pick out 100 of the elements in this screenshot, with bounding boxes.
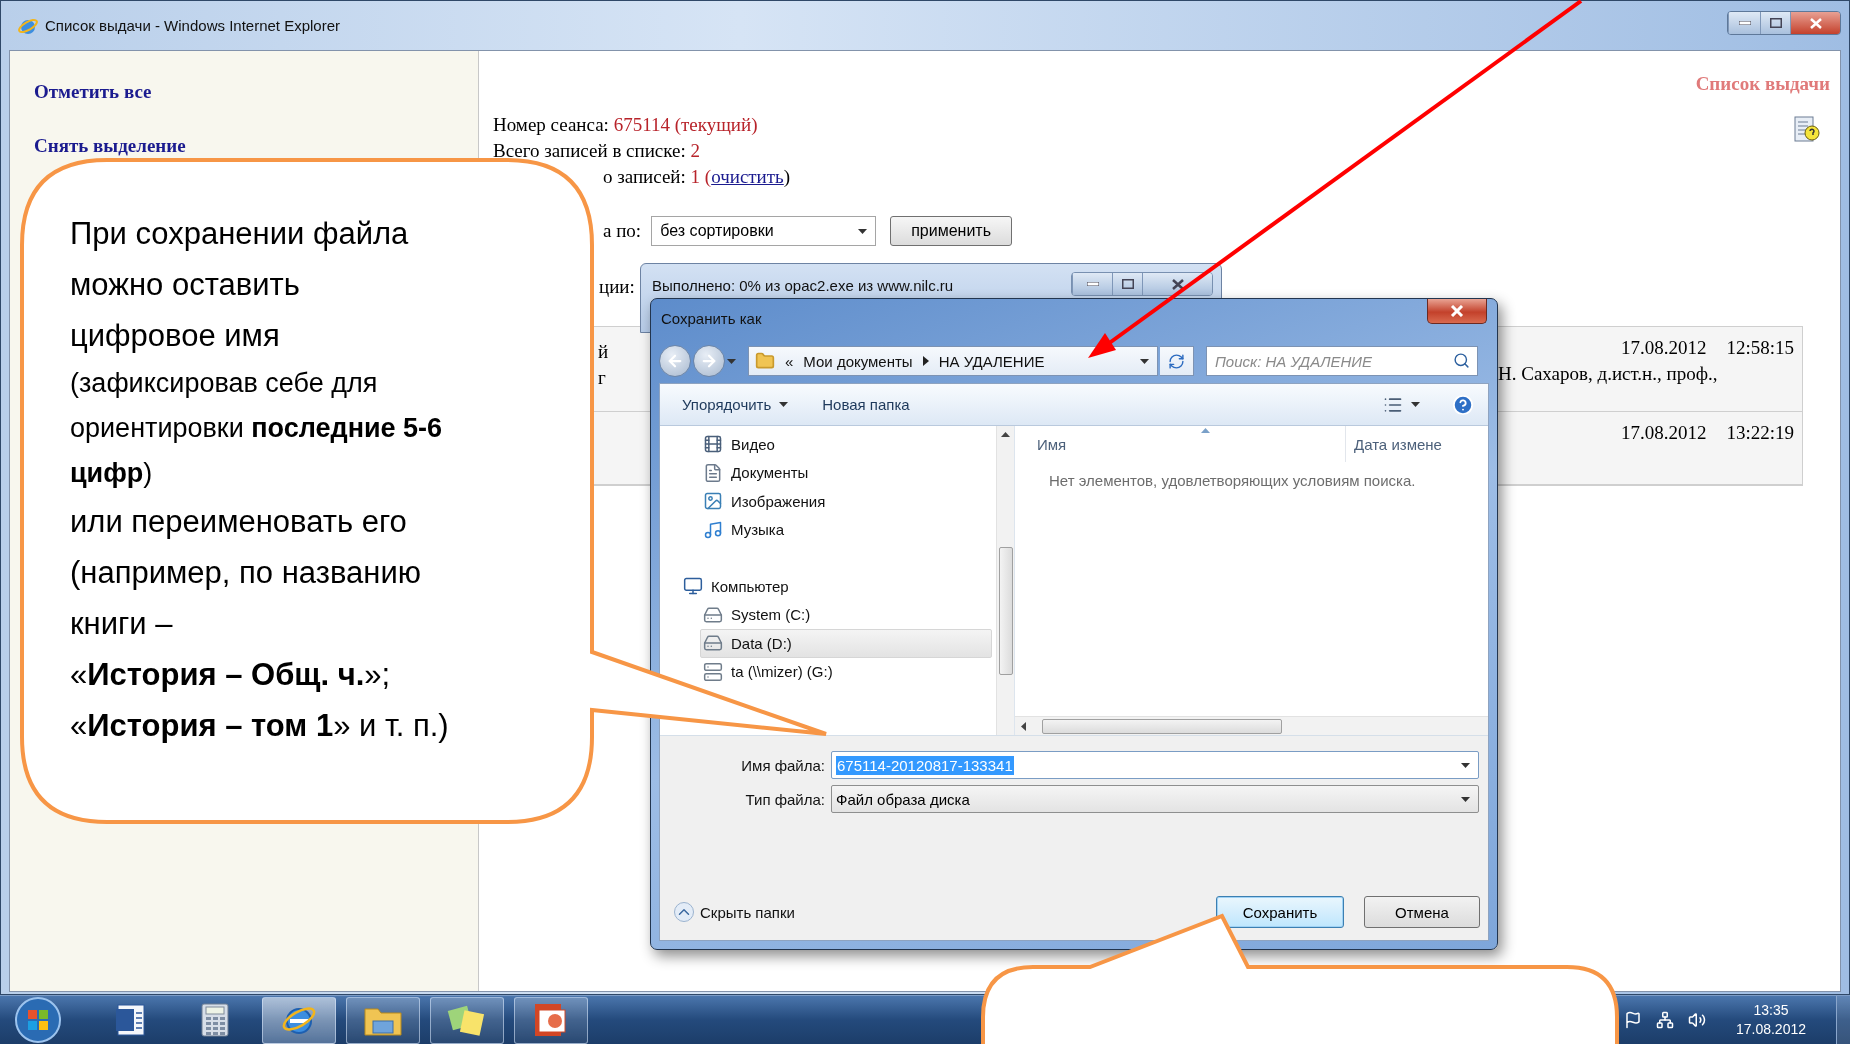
taskbar-button[interactable] [514,996,588,1044]
callout-text: (зафиксировав себе для ориентировки последние 5-6 цифр) [70,367,444,490]
maximize-icon [1121,279,1134,289]
vertical-scrollbar[interactable] [996,426,1014,735]
picture-icon [703,491,723,512]
folder-tree-item[interactable]: Изображения [700,487,992,516]
close-icon [1450,305,1464,317]
info-label: о записей: [603,166,686,187]
document-icon [703,462,723,483]
column-header[interactable]: Дата измене [1345,426,1485,462]
dialog-button[interactable]: Отмена [1364,896,1480,928]
music-note-icon [703,519,723,540]
close-button[interactable] [1790,12,1840,34]
maximize-button[interactable] [1112,273,1142,295]
volume-icon[interactable] [1687,1011,1706,1029]
close-icon [1809,17,1822,29]
search-field[interactable]: Поиск: НА УДАЛЕНИЕ [1206,346,1478,376]
refresh-icon [1168,352,1185,370]
window-title: Список выдачи - Windows Internet Explorer [45,17,341,34]
maximize-icon [1769,18,1782,28]
caret-icon [1461,762,1470,768]
maximize-button[interactable] [1760,12,1790,34]
window-title: Выполнено: 0% из opac2.exe из www.nilc.ru [652,276,954,296]
scroll-left-arrow-icon[interactable] [1021,721,1026,731]
scroll-up-arrow-icon[interactable] [1001,432,1010,437]
info-label: Номер сеанса: [493,114,609,135]
info-value: 2 [690,140,701,161]
folder-tree-item[interactable]: Компьютер [680,572,992,601]
toolbar-button[interactable]: Новая папка [820,392,912,417]
help-icon[interactable] [1452,393,1474,416]
record-date: 17.08.2012 [1620,421,1707,445]
slides-app-icon [533,1002,569,1038]
folder-tree-item[interactable]: Документы [700,458,992,487]
folder-tree-item[interactable]: ta (\\mizer) (G:) [700,657,992,686]
caret-icon [779,402,789,407]
address-bar[interactable]: « Мои документы НА УДАЛЕНИЕ [748,346,1158,376]
network-icon[interactable] [1655,1011,1674,1029]
folder-icon [755,351,775,371]
chevron-up-icon [674,902,694,922]
sidebar-link[interactable]: Отметить все [34,79,152,105]
sort-select[interactable]: без сортировки [651,216,877,246]
info-value: 675114 (текущий) [613,114,758,135]
back-button[interactable] [659,345,691,377]
caret-icon [858,228,868,234]
taskbar-button[interactable] [346,996,420,1044]
windows-logo-icon [13,997,63,1043]
filetype-select[interactable]: Файл образа диска [831,785,1479,813]
apply-button[interactable]: применить [890,216,1012,246]
sort-caret-icon [1201,428,1210,433]
dialog-title: Сохранить как [661,309,762,329]
caret-icon [727,358,736,364]
column-header[interactable]: Имя [1015,426,1345,462]
sidebar-link[interactable]: Снять выделение [34,133,186,159]
record-time: 13:22:19 [1726,421,1794,445]
close-button[interactable] [1427,299,1487,324]
network-drive-icon [703,661,723,682]
sort-label: а по: [603,220,642,242]
calculator-icon [201,1003,229,1037]
info-value: 1 ( [690,166,712,187]
caret-icon [1140,358,1149,364]
table-cell-text: й [598,340,609,364]
film-icon [703,434,723,455]
page-heading: Список выдачи [1695,73,1830,95]
horizontal-scrollbar[interactable] [1015,716,1488,735]
field-label: Имя файла: [740,756,825,774]
clear-link[interactable]: очистить [711,166,784,187]
forward-button[interactable] [693,345,725,377]
back-icon [666,352,684,370]
search-icon[interactable] [1453,352,1470,369]
toolbar-button[interactable]: Упорядочить [680,392,791,417]
record-author: Н. Сахаров, д.ист.н., проф., [1498,362,1719,386]
clock[interactable]: 13:35 17.08.2012 [1719,1001,1822,1039]
dialog-button[interactable]: Сохранить [1216,896,1344,928]
minimize-icon [1738,21,1751,25]
folder-tree-item[interactable]: Видео [700,430,992,459]
field-label: Тип файла: [744,790,825,808]
callout-text: При сохранении файла можно оставить цифровое имя [70,215,410,355]
folder-tree-item[interactable]: Музыка [700,515,992,544]
folder-tree-item[interactable]: System (C:) [700,600,992,629]
taskbar-button[interactable] [430,996,504,1044]
record-time: 12:58:15 [1726,336,1794,360]
empty-message: Нет элементов, удовлетворяющих условиям поиска. [1049,472,1417,489]
forward-icon [700,352,718,370]
refresh-button[interactable] [1160,346,1194,376]
caret-icon [1461,796,1470,802]
chevron-icon [922,356,929,366]
caret-icon [1411,402,1420,407]
minimize-icon [1086,282,1099,286]
section-label: ции: [599,275,635,299]
table-cell-text: г [598,366,607,390]
close-icon [1171,278,1184,290]
callout-text: или переименовать его (например, по названию книги – «История – Общ. ч.»; «История – том 1» и т. п.) [70,503,450,745]
document-app-icon [114,1003,148,1037]
close-button[interactable] [1142,273,1212,295]
hide-folders-button[interactable]: Скрыть папки [674,902,795,922]
info-text: ) [783,166,791,187]
flag-icon[interactable] [1623,1011,1642,1029]
info-label: Всего записей в списке: [493,140,686,161]
show-desktop-button[interactable] [1836,996,1850,1044]
folder-tree-item[interactable]: Data (D:) [700,629,992,658]
